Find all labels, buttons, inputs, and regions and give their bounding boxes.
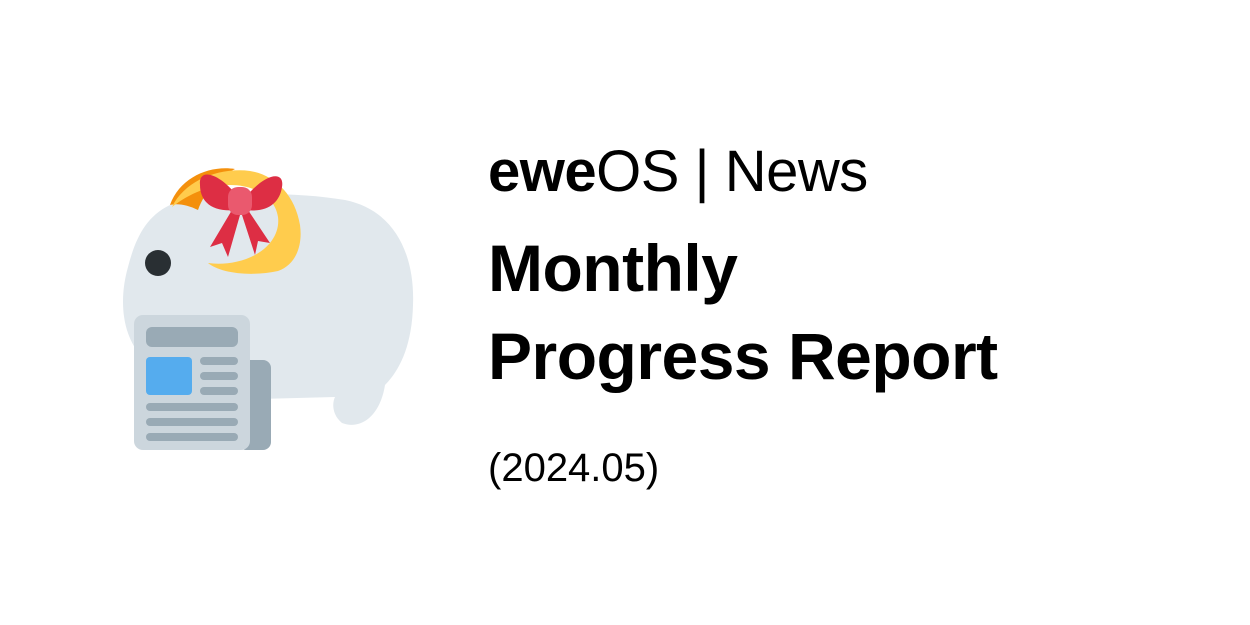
- report-date: (2024.05): [488, 446, 660, 490]
- banner-text: eweOS | News Monthly Progress Report (20…: [488, 138, 1188, 492]
- title-line-2: Progress Report: [488, 319, 998, 393]
- brand-name-bold: ewe: [488, 139, 597, 204]
- sheep-newspaper-icon: [123, 168, 414, 450]
- news-banner: eweOS | News Monthly Progress Report (20…: [0, 0, 1250, 625]
- brand-name-rest: OS | News: [596, 139, 868, 204]
- title-line-1: Monthly: [488, 231, 738, 305]
- page-title: Monthly Progress Report: [488, 224, 1188, 400]
- brand-header: eweOS | News: [488, 138, 1188, 206]
- sheep-eye: [145, 250, 171, 276]
